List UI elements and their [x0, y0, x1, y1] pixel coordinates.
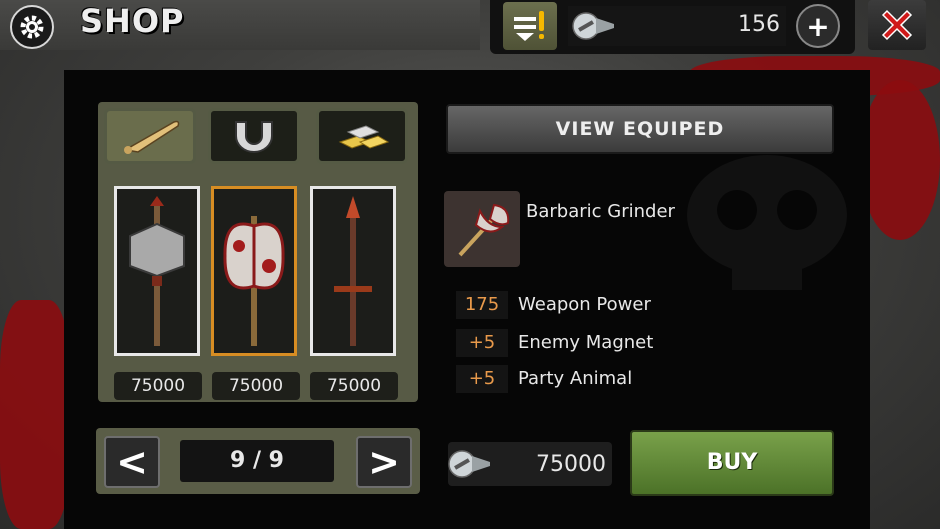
notification-button[interactable]	[503, 2, 557, 50]
tab-currency[interactable]	[316, 108, 408, 164]
item-slot-2[interactable]	[211, 186, 297, 356]
spear-icon	[334, 196, 372, 346]
gear-icon	[20, 15, 44, 39]
close-button[interactable]	[868, 0, 926, 50]
hammer-axe-icon	[129, 196, 185, 346]
magnet-icon	[235, 121, 273, 153]
settings-button[interactable]	[10, 5, 54, 49]
screw-icon	[448, 450, 490, 478]
buy-button[interactable]: BUY	[630, 430, 834, 496]
item-thumbnail	[444, 191, 520, 267]
item-price-3: 75000	[310, 372, 398, 400]
prev-page-button[interactable]: <	[104, 436, 160, 488]
stat-label-enemy-magnet: Enemy Magnet	[518, 332, 654, 353]
cost-amount: 75000	[536, 452, 606, 477]
stat-value-party-animal: +5	[456, 365, 508, 393]
item-slot-3[interactable]	[310, 186, 396, 356]
item-slot-1[interactable]	[114, 186, 200, 356]
double-axe-icon	[223, 216, 285, 346]
item-price-1: 75000	[114, 372, 202, 400]
view-equipped-button[interactable]: VIEW EQUIPED	[446, 104, 834, 154]
double-axe-icon	[458, 203, 510, 257]
bat-icon	[124, 120, 180, 154]
warning-icon	[514, 11, 544, 41]
stat-label-weapon-power: Weapon Power	[518, 294, 651, 315]
stat-value-weapon-power: 175	[456, 291, 508, 319]
top-bar	[0, 0, 480, 50]
blood-splatter	[0, 300, 70, 529]
next-page-button[interactable]: >	[356, 436, 412, 488]
blood-splatter	[860, 80, 940, 240]
add-currency-button[interactable]: +	[796, 4, 840, 48]
page-indicator: 9 / 9	[180, 440, 334, 482]
gold-bars-icon	[338, 125, 390, 149]
stat-value-enemy-magnet: +5	[456, 329, 508, 357]
currency-amount: 156	[738, 12, 780, 37]
stat-label-party-animal: Party Animal	[518, 368, 633, 389]
skull-watermark-icon	[687, 155, 847, 290]
page-title: SHOP	[80, 2, 185, 40]
item-price-2: 75000	[212, 372, 300, 400]
tab-weapons[interactable]	[104, 108, 196, 164]
item-name: Barbaric Grinder	[526, 201, 675, 222]
close-icon	[881, 9, 913, 41]
tab-magnets[interactable]	[208, 108, 300, 164]
